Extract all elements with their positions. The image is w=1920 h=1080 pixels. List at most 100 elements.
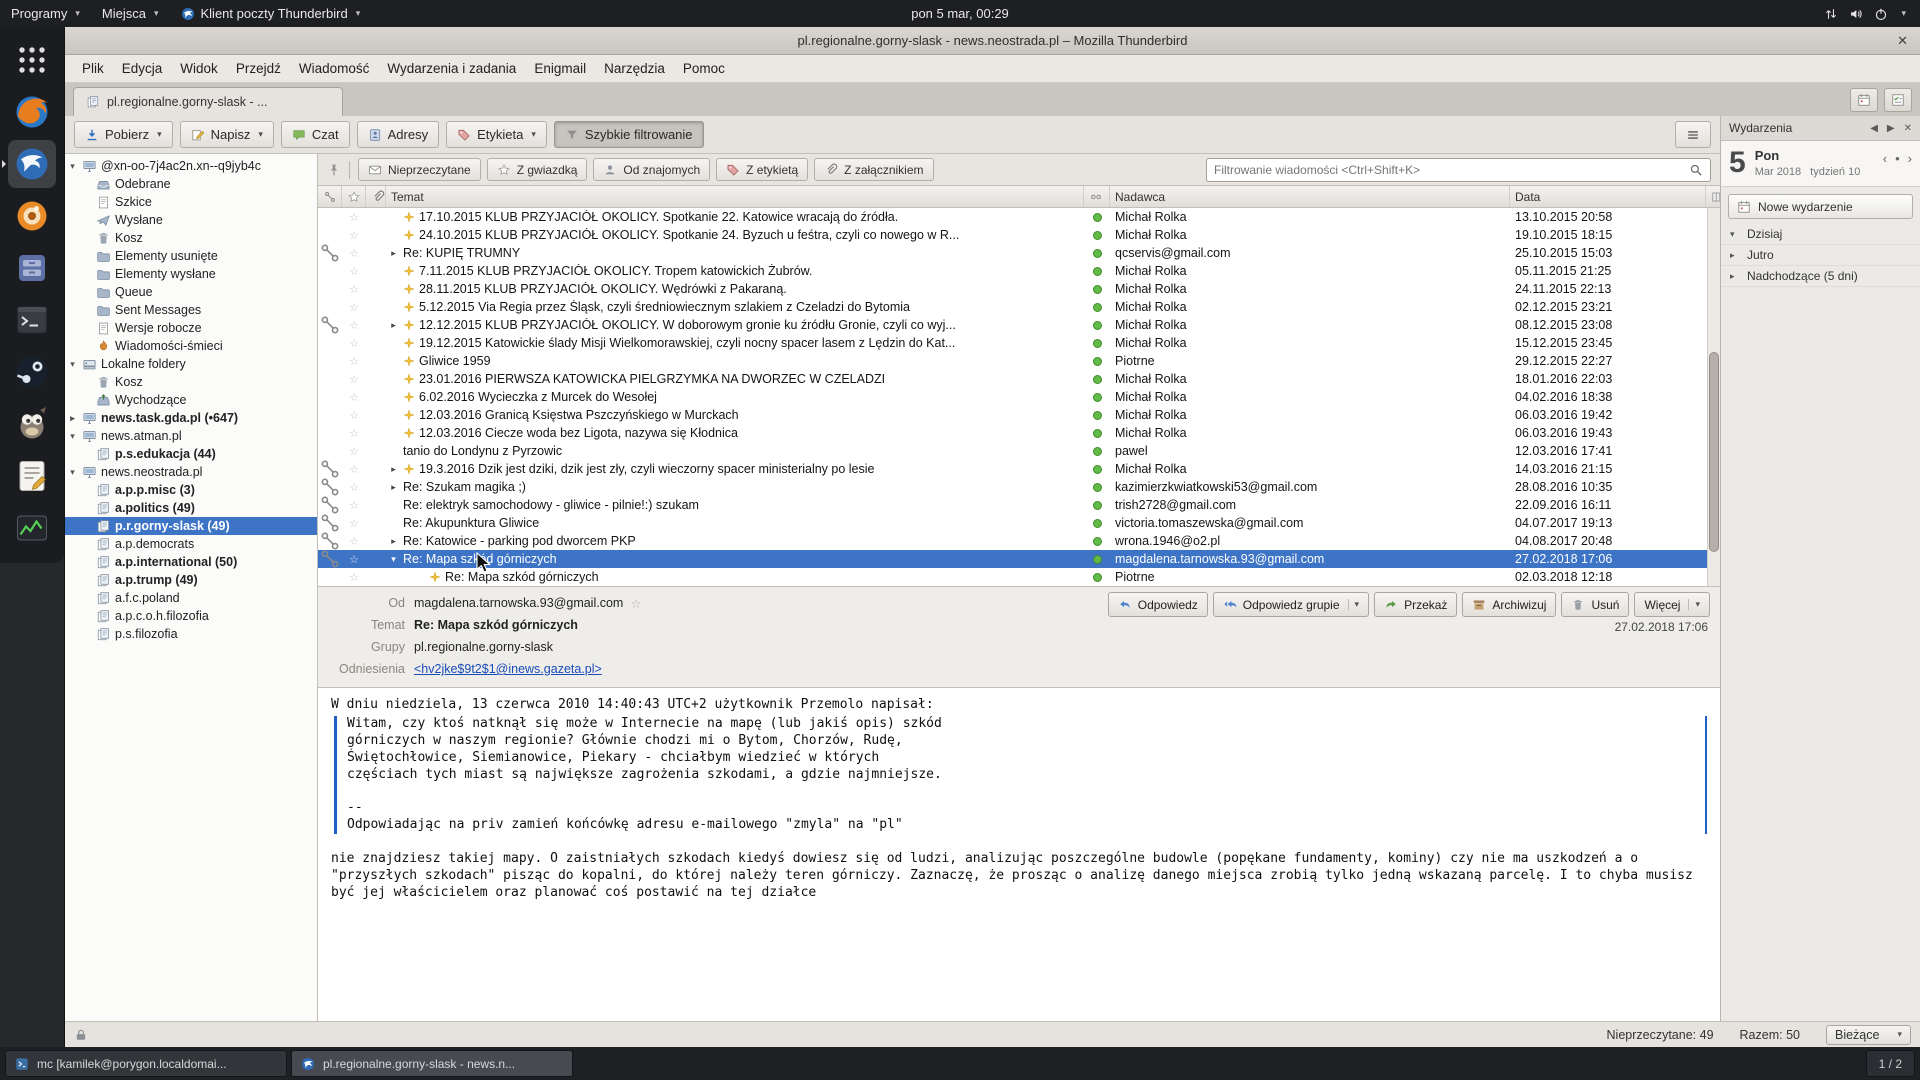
- star-icon[interactable]: ☆: [342, 409, 366, 422]
- expander-icon[interactable]: ▸: [1730, 250, 1740, 261]
- unread-dot[interactable]: [1093, 321, 1102, 330]
- wiecej-button[interactable]: Więcej▾: [1634, 592, 1710, 617]
- folder-row[interactable]: a.p.c.o.h.filozofia: [65, 607, 317, 625]
- today-button[interactable]: •: [1895, 151, 1900, 166]
- message-row[interactable]: ☆7.11.2015 KLUB PRZYJACIÓŁ OKOLICY. Trop…: [318, 262, 1720, 280]
- message-row[interactable]: ☆6.02.2016 Wycieczka z Murcek do Wesołej…: [318, 388, 1720, 406]
- quick-filter-z-gwiazdka[interactable]: Z gwiazdką: [487, 158, 588, 181]
- message-row[interactable]: ☆Re: Mapa szkód górniczychPiotrne02.03.2…: [318, 568, 1720, 586]
- folder-row[interactable]: a.p.p.misc (3): [65, 481, 317, 499]
- star-icon[interactable]: ☆: [342, 481, 366, 494]
- expander-icon[interactable]: ▾: [67, 161, 78, 172]
- star-icon[interactable]: ☆: [342, 337, 366, 350]
- star-icon[interactable]: ☆: [342, 499, 366, 512]
- star-icon[interactable]: ☆: [342, 373, 366, 386]
- unread-dot[interactable]: [1093, 213, 1102, 222]
- tasks-tab-button[interactable]: [1884, 88, 1912, 112]
- previous-day-button[interactable]: ◀: [1870, 123, 1878, 134]
- menu-pomoc[interactable]: Pomoc: [674, 58, 734, 79]
- star-icon[interactable]: ☆: [342, 553, 366, 566]
- dock-icon-files[interactable]: [8, 244, 56, 292]
- quick-filter-od-znajomych[interactable]: Od znajomych: [593, 158, 710, 181]
- message-row[interactable]: ☆12.03.2016 Granicą Księstwa Pszczyńskie…: [318, 406, 1720, 424]
- prev-date-arrow[interactable]: ‹: [1883, 151, 1887, 166]
- message-row[interactable]: ☆19.12.2015 Katowickie ślady Misji Wielk…: [318, 334, 1720, 352]
- folder-row[interactable]: Elementy wysłane: [65, 265, 317, 283]
- message-row[interactable]: ☆Re: Akupunktura Gliwicevictoria.tomasze…: [318, 514, 1720, 532]
- folder-row[interactable]: Sent Messages: [65, 301, 317, 319]
- unread-dot[interactable]: [1093, 519, 1102, 528]
- menu-przejd-[interactable]: Przejdź: [227, 58, 290, 79]
- expander-icon[interactable]: ▸: [67, 413, 78, 424]
- star-icon[interactable]: ☆: [342, 427, 366, 440]
- folder-row[interactable]: Elementy usunięte: [65, 247, 317, 265]
- toolbar-button-adresy[interactable]: Adresy: [357, 121, 439, 148]
- thread-twisty[interactable]: ▸: [388, 482, 399, 493]
- folder-row[interactable]: Wersje robocze: [65, 319, 317, 337]
- read-column-header[interactable]: [1084, 186, 1110, 207]
- thread-twisty[interactable]: ▸: [388, 536, 399, 547]
- message-list-scrollbar[interactable]: [1707, 208, 1720, 586]
- star-icon[interactable]: ☆: [342, 301, 366, 314]
- dock-icon-system-monitor[interactable]: [8, 504, 56, 552]
- next-day-button[interactable]: ▶: [1887, 123, 1895, 134]
- menu-narz-dzia[interactable]: Narzędzia: [595, 58, 674, 79]
- dock-icon-text-editor[interactable]: [8, 452, 56, 500]
- menu-widok[interactable]: Widok: [171, 58, 227, 79]
- message-row[interactable]: ☆24.10.2015 KLUB PRZYJACIÓŁ OKOLICY. Spo…: [318, 226, 1720, 244]
- folder-row[interactable]: Wysłane: [65, 211, 317, 229]
- chevron-down-icon[interactable]: ▾: [1348, 599, 1360, 610]
- folder-row[interactable]: a.p.international (50): [65, 553, 317, 571]
- filter-messages-input[interactable]: [1214, 163, 1683, 177]
- dock-icon-show-apps[interactable]: [8, 36, 56, 84]
- expander-icon[interactable]: ▾: [67, 467, 78, 478]
- dock-icon-steam[interactable]: [8, 348, 56, 396]
- message-row[interactable]: ☆tanio do Londynu z Pyrzowicpawel12.03.2…: [318, 442, 1720, 460]
- thread-twisty[interactable]: ▸: [388, 464, 399, 475]
- folder-row[interactable]: Kosz: [65, 229, 317, 247]
- search-icon[interactable]: [1689, 163, 1703, 177]
- star-icon[interactable]: ☆: [342, 445, 366, 458]
- unread-dot[interactable]: [1093, 267, 1102, 276]
- unread-dot[interactable]: [1093, 375, 1102, 384]
- menu-plik[interactable]: Plik: [73, 58, 113, 79]
- from-address[interactable]: magdalena.tarnowska.93@gmail.com: [414, 596, 623, 610]
- unread-dot[interactable]: [1093, 303, 1102, 312]
- chevron-down-icon[interactable]: ▾: [258, 129, 263, 140]
- menu-edycja[interactable]: Edycja: [113, 58, 172, 79]
- reference-link[interactable]: <hv2jke$9t2$1@inews.gazeta.pl>: [414, 662, 602, 676]
- taskbar-window-tb[interactable]: pl.regionalne.gorny-slask - news.n...: [291, 1050, 573, 1077]
- mail-tab[interactable]: pl.regionalne.gorny-slask - ...: [73, 87, 343, 116]
- message-row[interactable]: ☆23.01.2016 PIERWSZA KATOWICKA PIELGRZYM…: [318, 370, 1720, 388]
- message-row[interactable]: ☆▸12.12.2015 KLUB PRZYJACIÓŁ OKOLICY. W …: [318, 316, 1720, 334]
- folder-row[interactable]: ▾news.neostrada.pl: [65, 463, 317, 481]
- star-icon[interactable]: ☆: [342, 517, 366, 530]
- next-date-arrow[interactable]: ›: [1908, 151, 1912, 166]
- expander-icon[interactable]: ▾: [1730, 229, 1740, 240]
- unread-dot[interactable]: [1093, 429, 1102, 438]
- unread-dot[interactable]: [1093, 411, 1102, 420]
- unread-dot[interactable]: [1093, 285, 1102, 294]
- unread-dot[interactable]: [1093, 357, 1102, 366]
- star-icon[interactable]: ☆: [342, 283, 366, 296]
- close-today-pane-button[interactable]: ✕: [1904, 123, 1912, 134]
- folder-row[interactable]: a.p.trump (49): [65, 571, 317, 589]
- dock-icon-firefox[interactable]: [8, 88, 56, 136]
- sender-column-header[interactable]: Nadawca: [1110, 186, 1510, 207]
- dock-icon-thunderbird[interactable]: [8, 140, 56, 188]
- message-row[interactable]: ☆28.11.2015 KLUB PRZYJACIÓŁ OKOLICY. Węd…: [318, 280, 1720, 298]
- star-message-icon[interactable]: ☆: [630, 596, 641, 611]
- unread-dot[interactable]: [1093, 555, 1102, 564]
- folder-row[interactable]: p.s.filozofia: [65, 625, 317, 643]
- menu-wydarzenia-i-zadania[interactable]: Wydarzenia i zadania: [378, 58, 525, 79]
- star-icon[interactable]: ☆: [342, 571, 366, 584]
- message-row[interactable]: ☆12.03.2016 Ciecze woda bez Ligota, nazy…: [318, 424, 1720, 442]
- today-section-nadchodzace[interactable]: ▸Nadchodzące (5 dni): [1721, 266, 1920, 287]
- message-row[interactable]: ☆Re: elektryk samochodowy - gliwice - pi…: [318, 496, 1720, 514]
- window-titlebar[interactable]: pl.regionalne.gorny-slask - news.neostra…: [65, 27, 1920, 55]
- applications-menu[interactable]: Programy▾: [0, 0, 91, 27]
- pin-filters-button[interactable]: [327, 163, 341, 177]
- chevron-down-icon[interactable]: ▾: [157, 129, 162, 140]
- quick-filter-z-etykieta[interactable]: Z etykietą: [716, 158, 808, 181]
- message-row[interactable]: ☆Gliwice 1959Piotrne29.12.2015 22:27: [318, 352, 1720, 370]
